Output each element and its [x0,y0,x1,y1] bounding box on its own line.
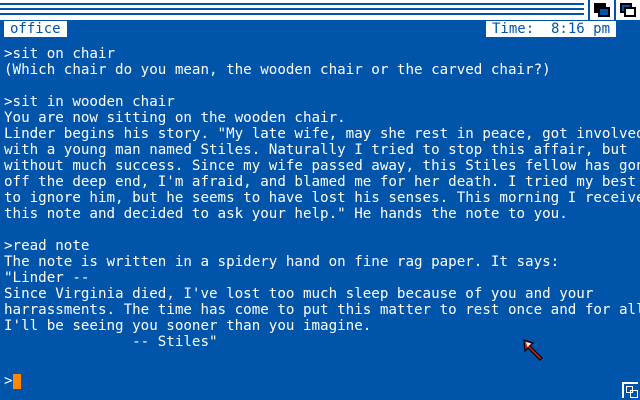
title-bar-stripe [0,8,584,10]
transcript-line: >sit in wooden chair [4,94,175,110]
depth-back-gadget-icon[interactable] [588,0,614,20]
title-bar-stripe [0,13,584,15]
status-line: office Time: 8:16 pm [0,21,640,39]
transcript-line: You are now sitting on the wooden chair. [4,110,346,126]
command-prompt[interactable]: > [4,373,22,389]
transcript-line: this note and decided to ask your help."… [4,206,568,222]
resize-gadget-large-box [630,390,638,398]
mouse-pointer-icon [523,339,543,361]
transcript-line [4,222,632,238]
screen-title-bar[interactable] [0,0,640,20]
game-time: Time: 8:16 pm [486,21,617,37]
transcript-line: >sit on chair [4,46,116,62]
transcript-line: without much success. Since my wife pass… [4,158,640,174]
depth-back-box-front [598,7,610,17]
transcript-line: I'll be seeing you sooner than you imagi… [4,318,372,334]
resize-gadget-icon[interactable] [622,382,638,398]
depth-front-gadget-icon[interactable] [614,0,640,20]
transcript-line: (Which chair do you mean, the wooden cha… [4,62,551,78]
transcript-line: harrassments. The time has come to put t… [4,302,640,318]
transcript-line: >read note [4,238,90,254]
transcript-line: The note is written in a spidery hand on… [4,254,560,270]
prompt-symbol: > [4,373,13,389]
transcript-line [4,78,632,94]
title-bar-stripe [0,3,584,5]
transcript-line: Since Virginia died, I've lost too much … [4,286,594,302]
transcript-line: Linder begins his story. "My late wife, … [4,126,640,142]
depth-front-box-front [624,7,636,17]
transcript-line: "Linder -- [4,270,90,286]
room-name: office [4,21,67,37]
transcript-line: with a young man named Stiles. Naturally… [4,142,628,158]
transcript-line: off the deep end, I'm afraid, and blamed… [4,174,637,190]
text-cursor [13,373,22,389]
game-transcript: >sit on chair (Which chair do you mean, t… [4,46,640,350]
transcript-line: to ignore him, but he seems to have lost… [4,190,640,206]
